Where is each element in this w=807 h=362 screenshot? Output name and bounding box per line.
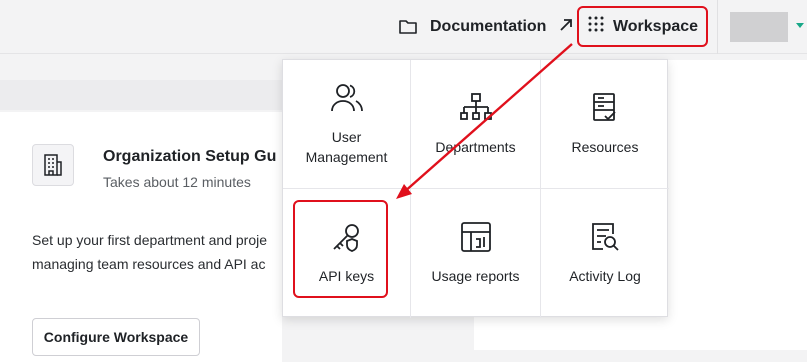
divider (717, 0, 718, 54)
chevron-down-icon[interactable] (796, 23, 804, 28)
top-bar: Documentation Workspace (0, 0, 807, 54)
workspace-label: Workspace (612, 17, 699, 35)
menu-item-usage-reports[interactable]: Usage reports (411, 189, 541, 318)
org-chart-icon (459, 92, 493, 137)
workspace-menu: User Management Departments Resources AP… (282, 59, 669, 318)
external-link-arrow-icon (558, 17, 578, 37)
card-description: Set up your first department and proje m… (32, 228, 282, 274)
log-search-icon (589, 221, 621, 266)
menu-item-label: Activity Log (569, 268, 641, 284)
menu-item-label: Resources (571, 138, 639, 155)
menu-item-activity-log[interactable]: Activity Log (541, 189, 669, 318)
building-icon (32, 144, 74, 186)
documentation-label: Documentation (430, 18, 547, 35)
avatar[interactable] (730, 12, 788, 42)
menu-item-label: User (331, 128, 362, 145)
menu-item-label: Usage reports (431, 268, 520, 284)
menu-item-label: Departments (435, 138, 516, 155)
menu-item-api-keys[interactable]: API keys (283, 189, 411, 318)
menu-item-label: API keys (318, 268, 375, 284)
menu-item-resources[interactable]: Resources (541, 60, 669, 189)
card-subtitle: Takes about 12 minutes (103, 174, 251, 190)
key-shield-icon (330, 221, 364, 266)
menu-item-label: Management (305, 148, 388, 165)
description-line: Set up your first department and proje (32, 232, 268, 248)
description-line: managing team resources and API ac (32, 256, 266, 272)
documentation-link[interactable]: Documentation (398, 14, 578, 40)
header-strip (0, 80, 282, 110)
users-icon (330, 82, 364, 127)
server-list-icon (590, 92, 620, 137)
menu-item-departments[interactable]: Departments (411, 60, 541, 189)
usage-report-icon (460, 221, 492, 266)
menu-item-user-management[interactable]: User Management (283, 60, 411, 189)
card-title: Organization Setup Gu (103, 148, 277, 165)
grid-dots-icon (587, 15, 605, 38)
workspace-button[interactable]: Workspace (577, 6, 708, 47)
folder-icon (398, 17, 418, 37)
configure-workspace-button[interactable]: Configure Workspace (32, 318, 200, 356)
